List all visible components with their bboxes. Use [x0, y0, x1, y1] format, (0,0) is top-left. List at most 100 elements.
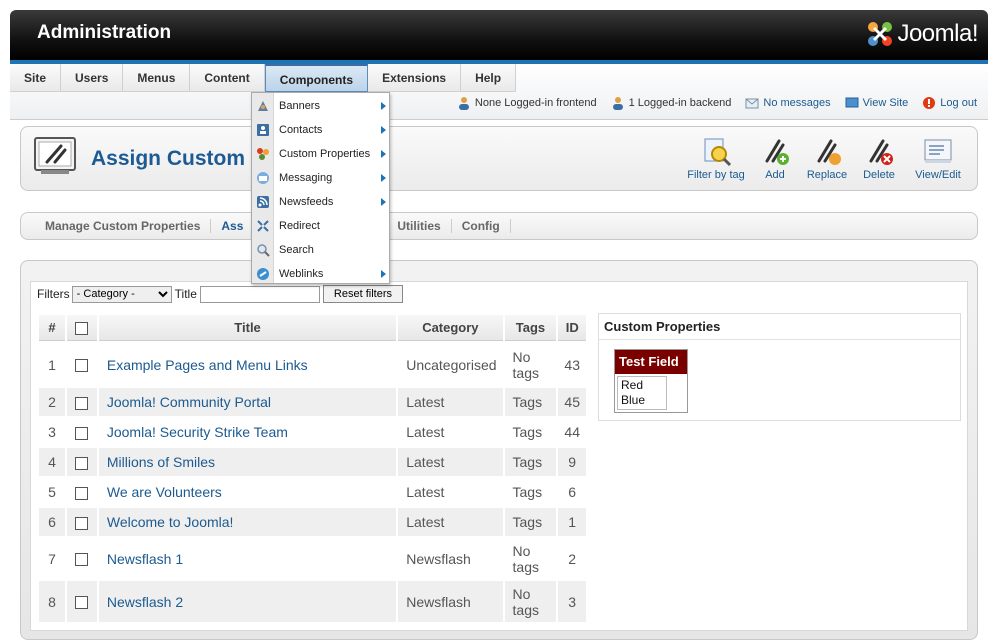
row-checkbox[interactable]: [75, 426, 89, 440]
row-id: 6: [558, 478, 586, 506]
menu-menus[interactable]: Menus: [123, 64, 191, 92]
logout-link[interactable]: Log out: [922, 96, 977, 110]
logout-label[interactable]: Log out: [940, 97, 977, 109]
row-id: 9: [558, 448, 586, 476]
row-title-link[interactable]: We are Volunteers: [98, 478, 397, 506]
col-num: #: [39, 315, 65, 341]
tab-utilities[interactable]: Utilities: [387, 219, 452, 233]
frontend-users-status: None Logged-in frontend: [457, 96, 597, 110]
row-checkbox[interactable]: [75, 553, 89, 567]
row-id: 45: [558, 388, 586, 416]
col-title[interactable]: Title: [98, 315, 397, 341]
row-check-cell: [66, 538, 97, 579]
row-checkbox[interactable]: [75, 516, 89, 530]
category-select[interactable]: - Category -: [71, 285, 172, 303]
menu-help[interactable]: Help: [461, 64, 517, 92]
reset-filters-button[interactable]: Reset filters: [322, 285, 403, 303]
title-filter-input[interactable]: [199, 285, 320, 303]
custom-properties-panel: Custom Properties Test Field Red Blue: [598, 313, 961, 421]
dropdown-item-redirect[interactable]: Redirect: [252, 214, 391, 238]
header-title: Administration: [37, 22, 172, 43]
col-select-all: [66, 315, 97, 341]
view-edit-button[interactable]: View/Edit: [905, 135, 971, 181]
col-category[interactable]: Category: [398, 315, 503, 341]
messages-link[interactable]: No messages: [745, 97, 831, 109]
dropdown-item-banners[interactable]: Banners: [252, 94, 391, 118]
row-num: 1: [39, 343, 65, 386]
dropdown-label: Redirect: [279, 220, 320, 232]
row-title-link[interactable]: Joomla! Community Portal: [98, 388, 397, 416]
row-title-link[interactable]: Welcome to Joomla!: [98, 508, 397, 536]
dropdown-item-messaging[interactable]: Messaging: [252, 166, 391, 190]
add-button[interactable]: Add: [749, 135, 801, 181]
row-num: 2: [39, 388, 65, 416]
menu-extensions[interactable]: Extensions: [368, 64, 462, 92]
dropdown-item-search[interactable]: Search: [252, 238, 391, 262]
table-row: 3 Joomla! Security Strike Team Latest Ta…: [39, 418, 586, 446]
table-row: 7 Newsflash 1 Newsflash No tags 2: [39, 538, 586, 579]
dropdown-label: Weblinks: [279, 268, 324, 280]
custom-field-option[interactable]: Blue: [621, 393, 663, 408]
menu-bar: Site Users Menus Content Components Exte…: [10, 64, 988, 120]
row-checkbox[interactable]: [75, 396, 89, 410]
col-tags: Tags: [504, 315, 557, 341]
row-checkbox[interactable]: [75, 359, 89, 373]
view-site-link[interactable]: View Site: [845, 97, 909, 109]
row-category: Uncategorised: [398, 343, 503, 386]
monitor-icon: [845, 97, 859, 108]
row-checkbox[interactable]: [75, 456, 89, 470]
menu-users[interactable]: Users: [61, 64, 124, 92]
col-id[interactable]: ID: [558, 315, 586, 341]
dropdown-item-contacts[interactable]: Contacts: [252, 118, 391, 142]
row-checkbox[interactable]: [75, 486, 89, 500]
articles-table: # Title Category Tags ID 1 Example Pages…: [37, 313, 588, 624]
components-dropdown: Banners Contacts Custom Properties Messa…: [251, 92, 390, 284]
submenu-arrow-icon: [381, 174, 386, 182]
row-checkbox[interactable]: [75, 596, 89, 610]
row-num: 3: [39, 418, 65, 446]
filters-label: Filters: [37, 287, 70, 301]
custom-field-option[interactable]: Red: [621, 378, 663, 393]
menu-site[interactable]: Site: [10, 64, 62, 92]
row-tags: No tags: [504, 538, 557, 579]
joomla-logo: Joomla!: [865, 18, 978, 50]
messages-label[interactable]: No messages: [763, 97, 830, 109]
redirect-icon: [257, 220, 269, 232]
row-title-link[interactable]: Newsflash 2: [98, 581, 397, 622]
dropdown-label: Custom Properties: [279, 148, 371, 160]
tab-config[interactable]: Config: [452, 219, 511, 233]
select-all-checkbox[interactable]: [75, 322, 89, 336]
row-num: 7: [39, 538, 65, 579]
row-category: Latest: [398, 508, 503, 536]
submenu-arrow-icon: [381, 270, 386, 278]
row-title-link[interactable]: Joomla! Security Strike Team: [98, 418, 397, 446]
filter-by-tag-button[interactable]: Filter by tag: [683, 135, 749, 181]
dropdown-item-weblinks[interactable]: Weblinks: [252, 262, 391, 286]
table-row: 8 Newsflash 2 Newsflash No tags 3: [39, 581, 586, 622]
backend-users-status: 1 Logged-in backend: [611, 96, 732, 110]
custom-properties-heading: Custom Properties: [599, 314, 960, 340]
row-id: 43: [558, 343, 586, 386]
row-num: 4: [39, 448, 65, 476]
delete-tag-icon: [869, 139, 893, 165]
view-site-label[interactable]: View Site: [863, 97, 909, 109]
backend-users-label: 1 Logged-in backend: [628, 97, 732, 109]
row-title-link[interactable]: Newsflash 1: [98, 538, 397, 579]
view-edit-label: View/Edit: [915, 169, 961, 181]
add-label: Add: [765, 169, 785, 181]
frontend-users-label: None Logged-in frontend: [474, 97, 597, 109]
custom-field-options-list[interactable]: Red Blue: [617, 376, 667, 410]
replace-button[interactable]: Replace: [801, 135, 853, 181]
row-tags: No tags: [504, 581, 557, 622]
dropdown-item-custom-properties[interactable]: Custom Properties: [252, 142, 391, 166]
row-num: 8: [39, 581, 65, 622]
table-row: 6 Welcome to Joomla! Latest Tags 1: [39, 508, 586, 536]
tab-manage-custom-properties[interactable]: Manage Custom Properties: [35, 219, 212, 233]
menu-content[interactable]: Content: [190, 64, 265, 92]
dropdown-item-newsfeeds[interactable]: Newsfeeds: [252, 190, 391, 214]
row-id: 3: [558, 581, 586, 622]
menu-components[interactable]: Components: [264, 64, 369, 92]
delete-button[interactable]: Delete: [853, 135, 905, 181]
row-title-link[interactable]: Example Pages and Menu Links: [98, 343, 397, 386]
row-title-link[interactable]: Millions of Smiles: [98, 448, 397, 476]
